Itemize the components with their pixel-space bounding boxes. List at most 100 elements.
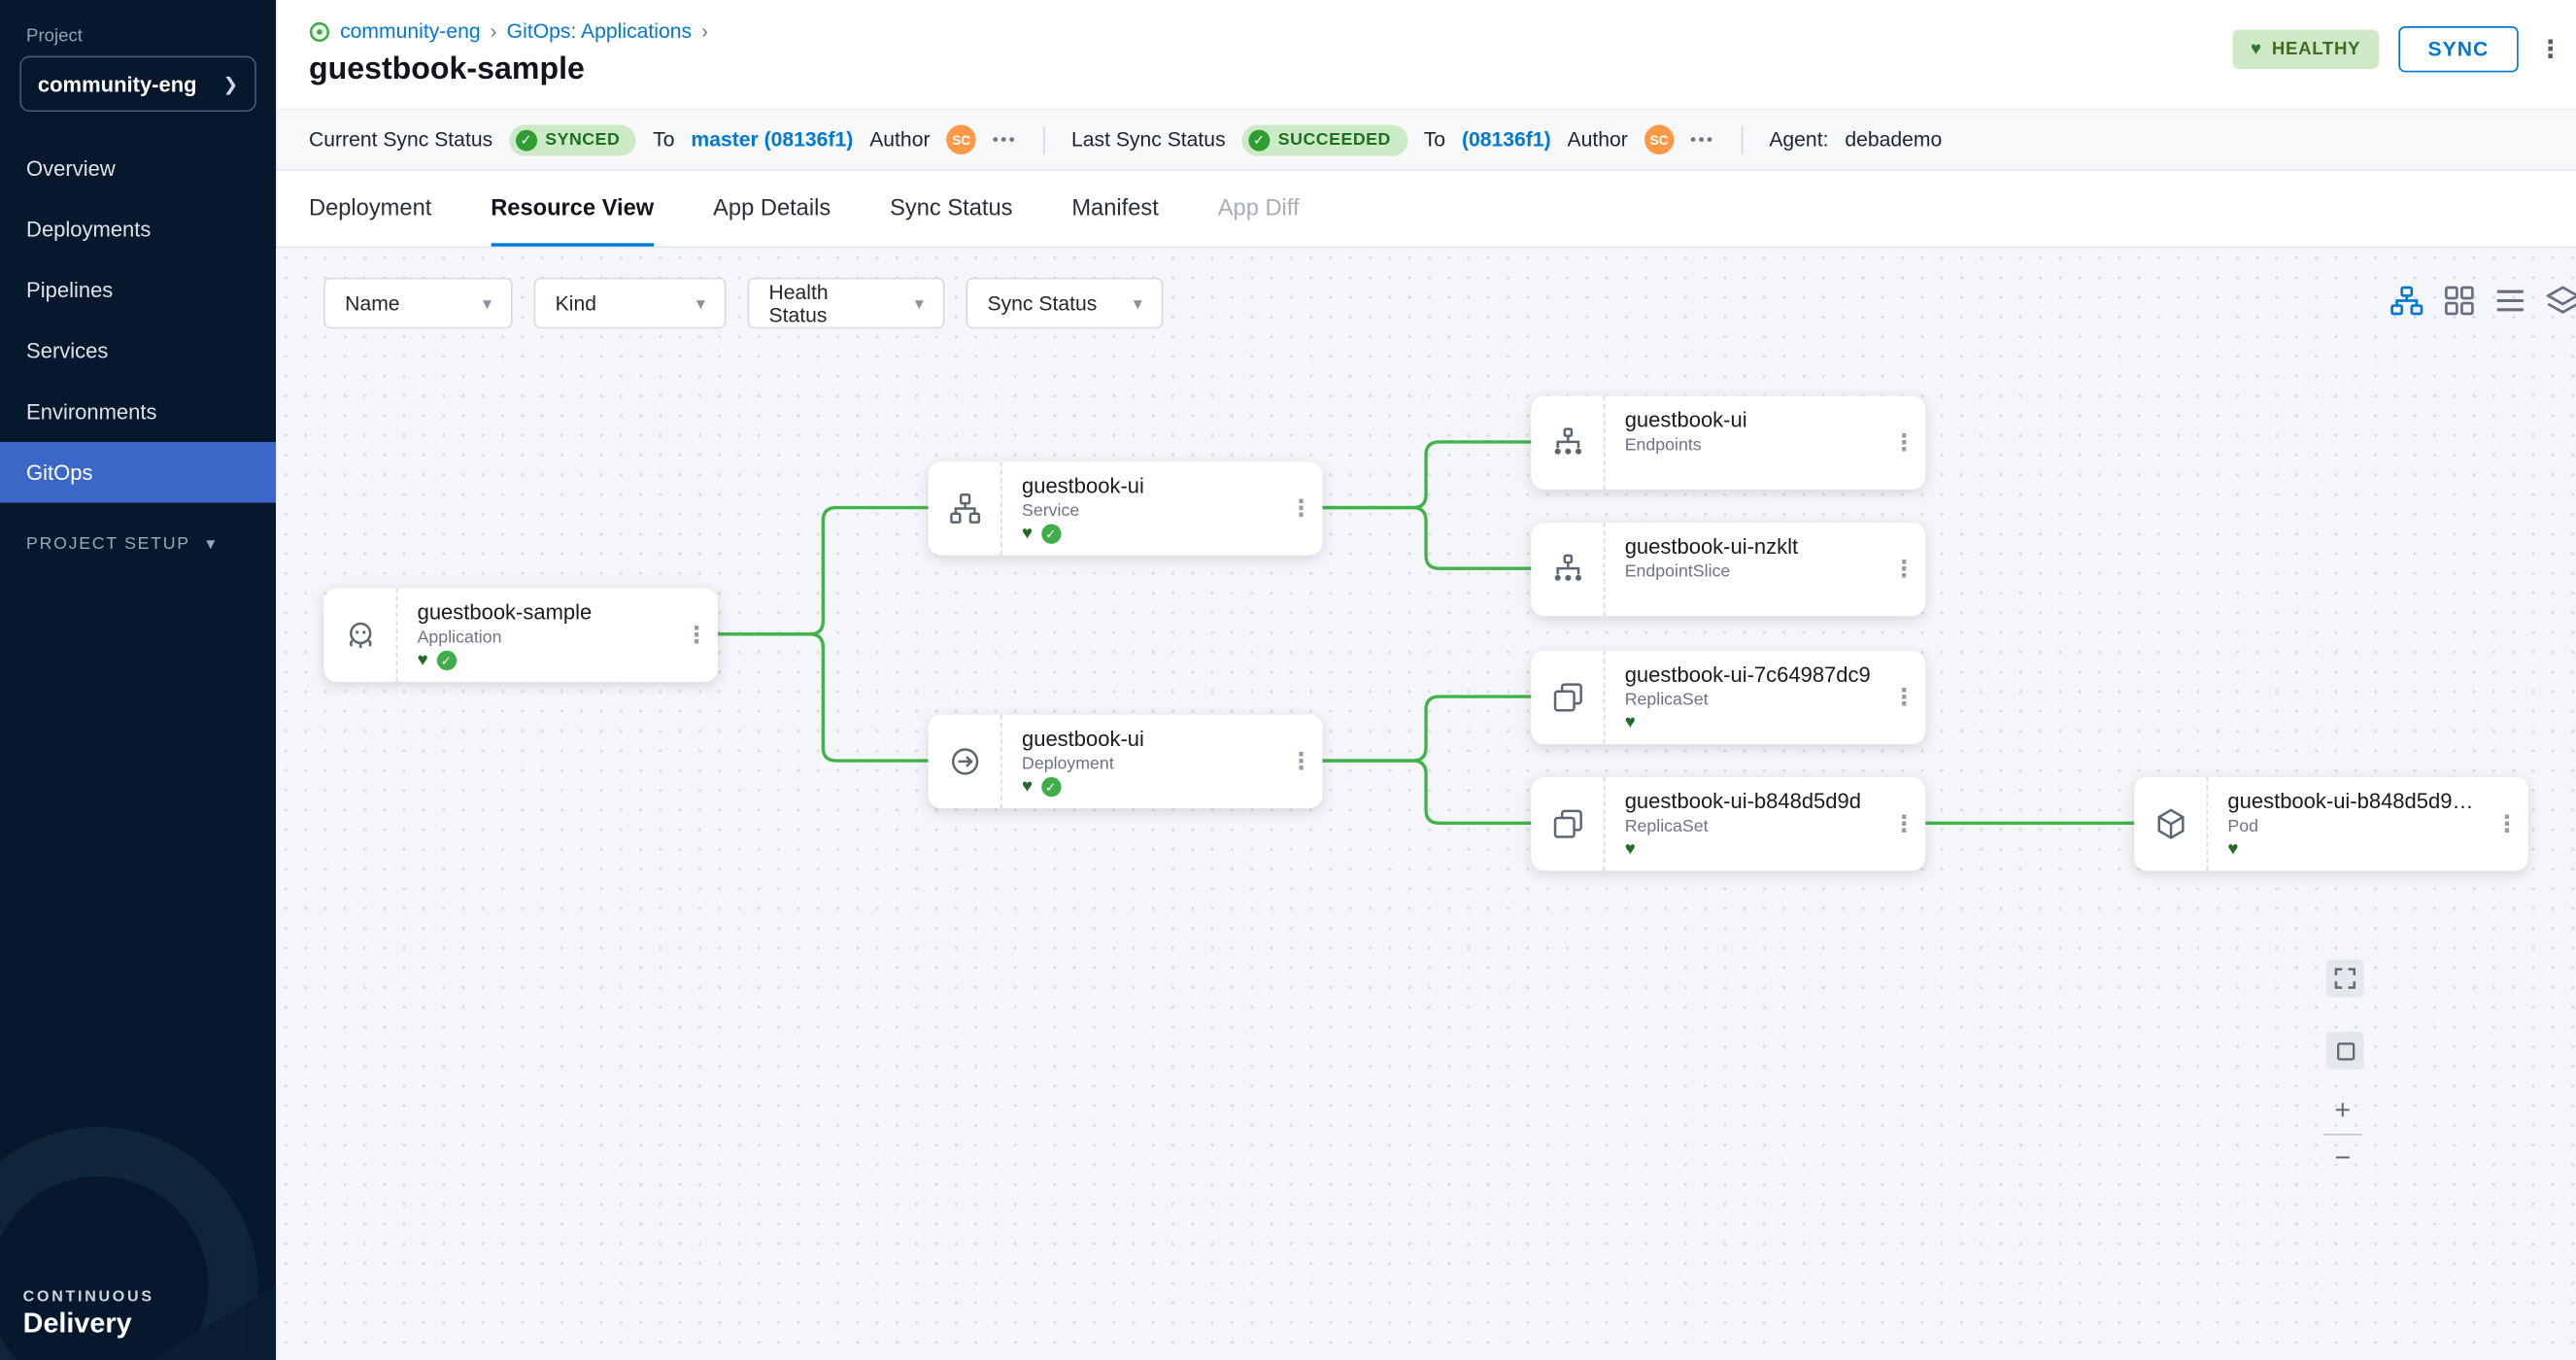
brand-logo: CONTINUOUS Delivery: [23, 1288, 154, 1341]
tab-app-details[interactable]: App Details: [713, 171, 830, 247]
resource-node-endpointslice[interactable]: guestbook-ui-nzklt EndpointSlice ♥ ✓ ⋮: [1531, 523, 1925, 616]
sidebar-item-label: GitOps: [26, 460, 92, 485]
sidebar-item-label: Services: [26, 338, 108, 362]
brand-continuous: CONTINUOUS: [23, 1288, 154, 1307]
divider: [1043, 125, 1045, 153]
filter-kind-dropdown[interactable]: Kind▼: [534, 278, 727, 328]
fit-selection-button[interactable]: [2326, 1032, 2364, 1070]
heart-icon: ♥: [2251, 40, 2262, 58]
sync-check-icon: ✓: [1040, 777, 1060, 797]
health-heart-icon: ♥: [1625, 840, 1636, 859]
sidebar-item-gitops[interactable]: GitOps: [0, 442, 276, 503]
author-more-button[interactable]: •••: [1690, 130, 1714, 149]
project-label: Project: [0, 0, 276, 56]
resource-tree-canvas[interactable]: Name▼ Kind▼ Health Status▼ Sync Status▼: [276, 248, 2576, 1360]
service-icon: [929, 461, 1002, 555]
endpointslice-icon: [1531, 523, 1605, 616]
resource-status: ♥ ✓: [1022, 777, 1276, 797]
tab-label: App Details: [713, 194, 830, 221]
filter-name-dropdown[interactable]: Name▼: [323, 278, 512, 328]
last-sync-label: Last Sync Status: [1071, 128, 1226, 152]
resource-node-application[interactable]: guestbook-sample Application ♥ ✓ ⋮: [323, 588, 718, 681]
resource-node-replicaset-2[interactable]: guestbook-ui-b848d5d9d ReplicaSet ♥ ✓ ⋮: [1531, 777, 1925, 870]
resource-kind: Service: [1022, 501, 1276, 521]
tab-label: App Diff: [1218, 194, 1300, 221]
tab-app-diff[interactable]: App Diff: [1218, 171, 1300, 247]
health-badge-label: HEALTHY: [2272, 40, 2360, 59]
divider: [1742, 125, 1744, 153]
current-revision-link[interactable]: master (08136f1): [691, 128, 853, 152]
project-setup-toggle[interactable]: PROJECT SETUP ▼: [0, 534, 276, 554]
zoom-out-button[interactable]: −: [2320, 1137, 2365, 1179]
node-menu-button[interactable]: ⋮: [1280, 715, 1323, 808]
app-window: Project community-eng ❯ Overview Deploym…: [0, 0, 2576, 1360]
breadcrumb-section-link[interactable]: GitOps: Applications: [507, 19, 692, 43]
health-heart-icon: ♥: [1625, 714, 1636, 732]
breadcrumb-project-link[interactable]: community-eng: [340, 19, 481, 43]
filter-health-status-dropdown[interactable]: Health Status▼: [748, 278, 945, 328]
tab-label: Sync Status: [890, 194, 1012, 221]
list-view-icon[interactable]: [2495, 288, 2525, 314]
resource-name: guestbook-ui: [1625, 407, 1880, 431]
tab-sync-status[interactable]: Sync Status: [890, 171, 1012, 247]
sidebar-item-environments[interactable]: Environments: [0, 381, 276, 442]
fullscreen-button[interactable]: [2326, 960, 2364, 998]
resource-node-service[interactable]: guestbook-ui Service ♥ ✓ ⋮: [929, 461, 1323, 555]
tree-view-icon[interactable]: [2390, 286, 2423, 315]
resource-node-endpoints[interactable]: guestbook-ui Endpoints ♥ ✓ ⋮: [1531, 396, 1925, 490]
node-menu-button[interactable]: ⋮: [2486, 777, 2528, 870]
breadcrumb-separator: ›: [701, 19, 708, 43]
grid-view-icon[interactable]: [2445, 286, 2474, 315]
resource-node-pod[interactable]: guestbook-ui-b848d5d9… Pod ♥ ✓ ⋮: [2134, 777, 2528, 870]
node-menu-button[interactable]: ⋮: [1882, 651, 1925, 744]
resource-node-deployment[interactable]: guestbook-ui Deployment ♥ ✓ ⋮: [929, 715, 1323, 808]
health-heart-icon: ♥: [418, 652, 428, 670]
tab-manifest[interactable]: Manifest: [1071, 171, 1159, 247]
to-label: To: [1424, 128, 1445, 152]
tab-label: Deployment: [309, 194, 431, 221]
check-icon: ✓: [516, 129, 537, 151]
health-status-badge: ♥ HEALTHY: [2232, 29, 2378, 69]
page-title: guestbook-sample: [309, 52, 708, 88]
resource-node-replicaset-1[interactable]: guestbook-ui-7c64987dc9 ReplicaSet ♥ ✓ ⋮: [1531, 651, 1925, 744]
node-menu-button[interactable]: ⋮: [1882, 396, 1925, 490]
sync-check-icon: ✓: [1040, 525, 1060, 544]
author-label: Author: [869, 128, 930, 152]
sync-check-icon: ✓: [436, 651, 456, 670]
main-area: community-eng › GitOps: Applications › g…: [276, 0, 2576, 1360]
last-revision-link[interactable]: (08136f1): [1462, 128, 1551, 152]
tab-deployment[interactable]: Deployment: [309, 171, 431, 247]
replicaset-icon: [1531, 651, 1605, 744]
layers-view-icon[interactable]: [2547, 286, 2576, 315]
tab-resource-view[interactable]: Resource View: [491, 171, 654, 247]
zoom-in-button[interactable]: +: [2320, 1089, 2365, 1132]
chevron-down-icon: ▼: [912, 295, 927, 312]
sidebar-item-pipelines[interactable]: Pipelines: [0, 259, 276, 321]
node-menu-button[interactable]: ⋮: [1882, 777, 1925, 870]
resource-status: ♥ ✓: [2227, 839, 2482, 859]
node-menu-button[interactable]: ⋮: [1280, 461, 1323, 555]
node-menu-button[interactable]: ⋮: [1882, 523, 1925, 616]
node-menu-button[interactable]: ⋮: [675, 588, 718, 681]
resource-status: ♥ ✓: [1625, 459, 1880, 478]
chevron-down-icon: ▼: [203, 535, 220, 552]
sidebar-item-label: Pipelines: [26, 278, 113, 302]
sidebar-item-label: Overview: [26, 156, 116, 181]
tab-label: Manifest: [1071, 194, 1159, 221]
endpoints-icon: [1531, 396, 1605, 490]
sidebar-item-overview[interactable]: Overview: [0, 138, 276, 199]
zoom-controls: + −: [2320, 1089, 2365, 1179]
resource-name: guestbook-ui-7c64987dc9: [1625, 663, 1880, 687]
sidebar-item-services[interactable]: Services: [0, 321, 276, 382]
argo-icon: [309, 20, 330, 42]
header-kebab-menu[interactable]: ⋮: [2538, 34, 2562, 65]
author-more-button[interactable]: •••: [993, 130, 1017, 149]
resource-name: guestbook-ui: [1022, 727, 1276, 751]
project-selector[interactable]: community-eng ❯: [19, 56, 256, 113]
sidebar-item-deployments[interactable]: Deployments: [0, 199, 276, 260]
resource-kind: Application: [418, 628, 672, 647]
sidebar-item-label: Environments: [26, 399, 156, 424]
sync-button[interactable]: SYNC: [2398, 26, 2519, 72]
resource-name: guestbook-ui-b848d5d9d: [1625, 789, 1880, 813]
filter-sync-status-dropdown[interactable]: Sync Status▼: [966, 278, 1163, 328]
